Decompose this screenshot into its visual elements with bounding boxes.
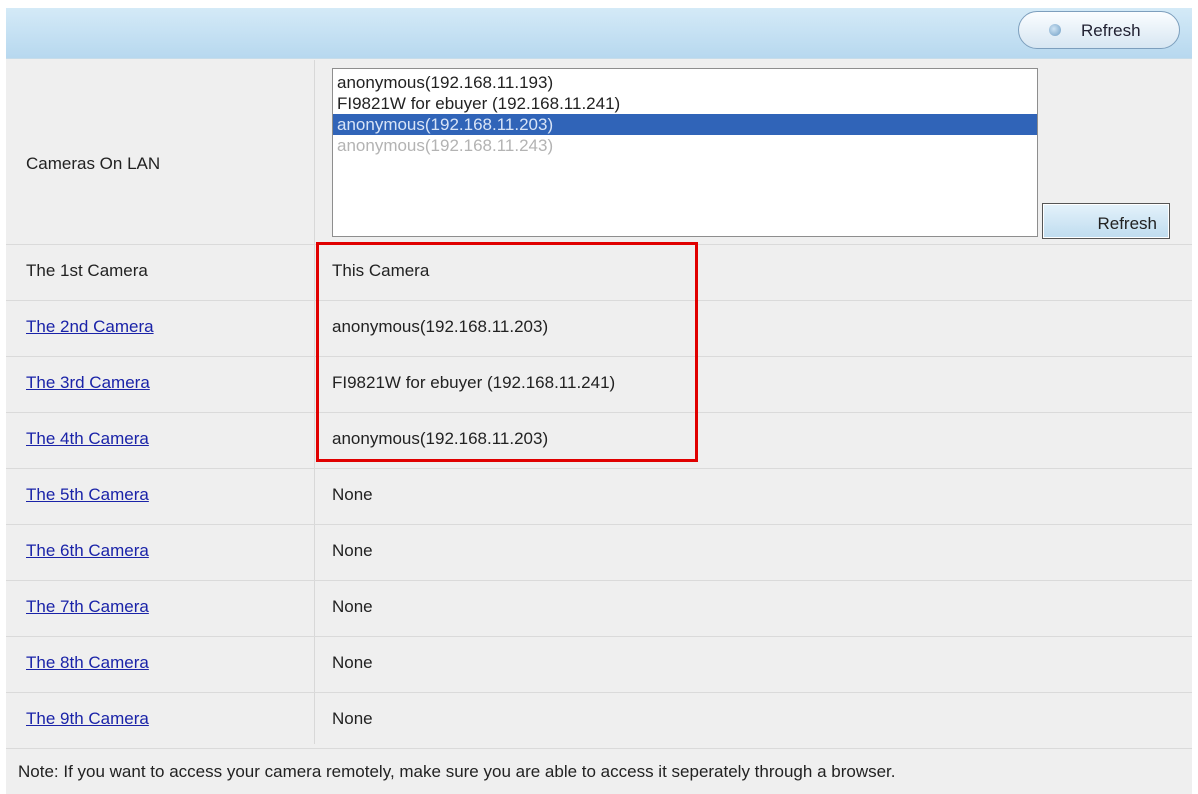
camera-row-8: The 8th Camera None [6,637,1192,693]
camera-9-link[interactable]: The 9th Camera [26,709,149,728]
camera-3-link[interactable]: The 3rd Camera [26,373,150,392]
camera-row-5: The 5th Camera None [6,469,1192,525]
multi-device-settings-panel: Refresh Cameras On LAN anonymous(192.168… [6,8,1192,794]
toolbar: Refresh [6,8,1192,59]
camera-8-value: None [332,653,373,672]
camera-row-6: The 6th Camera None [6,525,1192,581]
remote-access-note: Note: If you want to access your camera … [18,762,896,781]
lan-camera-option-selected[interactable]: anonymous(192.168.11.203) [333,114,1037,135]
camera-row-7: The 7th Camera None [6,581,1192,637]
toolbar-refresh-button[interactable]: Refresh [1018,11,1180,49]
toolbar-refresh-label: Refresh [1081,21,1141,40]
camera-6-value: None [332,541,373,560]
camera-1-label: The 1st Camera [26,261,148,280]
lan-camera-option[interactable]: anonymous(192.168.11.243) [333,135,1037,156]
camera-8-link[interactable]: The 8th Camera [26,653,149,672]
camera-9-value: None [332,709,373,728]
refresh-icon [1049,24,1061,36]
camera-5-value: None [332,485,373,504]
note-row: Note: If you want to access your camera … [6,746,1192,794]
camera-4-link[interactable]: The 4th Camera [26,429,149,448]
camera-6-link[interactable]: The 6th Camera [26,541,149,560]
camera-5-link[interactable]: The 5th Camera [26,485,149,504]
camera-7-link[interactable]: The 7th Camera [26,597,149,616]
cameras-on-lan-label: Cameras On LAN [26,154,161,173]
camera-7-value: None [332,597,373,616]
highlight-annotation-box [316,242,698,462]
lan-camera-option[interactable]: FI9821W for ebuyer (192.168.11.241) [333,93,1037,114]
lan-refresh-label: Refresh [1097,214,1157,233]
lan-refresh-button[interactable]: Refresh [1042,203,1170,239]
lan-camera-option[interactable]: anonymous(192.168.11.193) [333,72,1037,93]
camera-row-9: The 9th Camera None [6,693,1192,749]
camera-2-link[interactable]: The 2nd Camera [26,317,154,336]
lan-camera-listbox[interactable]: anonymous(192.168.11.193) FI9821W for eb… [332,68,1038,237]
